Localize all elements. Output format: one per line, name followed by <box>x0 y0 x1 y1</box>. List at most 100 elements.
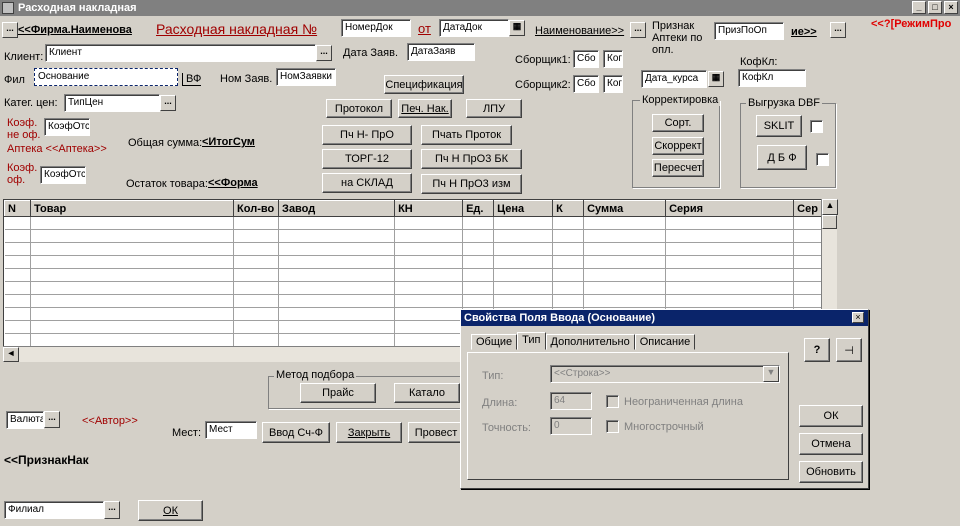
protocol-button[interactable]: Протокол <box>326 99 392 118</box>
table-cell[interactable] <box>30 294 235 308</box>
type-select[interactable]: <<Строка>> <box>550 365 780 383</box>
tab-1[interactable]: Тип <box>517 332 546 350</box>
table-cell[interactable] <box>4 229 31 243</box>
table-cell[interactable] <box>552 255 585 269</box>
table-cell[interactable] <box>462 281 495 295</box>
table-cell[interactable] <box>30 320 235 334</box>
column-header[interactable]: К <box>552 200 585 217</box>
table-cell[interactable] <box>30 333 235 347</box>
table-cell[interactable] <box>793 255 822 269</box>
sklit-button[interactable]: SKLIT <box>756 115 802 137</box>
table-cell[interactable] <box>30 216 235 230</box>
table-cell[interactable] <box>462 242 495 256</box>
pch-npro3bk-button[interactable]: Пч Н ПрО3 БК <box>421 149 522 169</box>
adjust-button[interactable]: Скоррект <box>652 137 704 155</box>
table-cell[interactable] <box>278 242 396 256</box>
table-cell[interactable] <box>233 268 280 282</box>
table-cell[interactable] <box>4 320 31 334</box>
coef-of-field[interactable]: КоэфОтс <box>40 166 86 184</box>
currency-select-button[interactable]: ... <box>44 411 60 428</box>
rate-date-field[interactable]: Дата_курса <box>641 70 707 88</box>
table-cell[interactable] <box>4 307 31 321</box>
table-cell[interactable] <box>552 281 585 295</box>
table-cell[interactable] <box>278 229 396 243</box>
table-cell[interactable] <box>493 268 554 282</box>
column-header[interactable]: Серия <box>665 200 795 217</box>
multiline-checkbox[interactable] <box>606 420 619 433</box>
table-cell[interactable] <box>30 229 235 243</box>
table-cell[interactable] <box>583 255 667 269</box>
table-row[interactable] <box>4 268 822 282</box>
tab-0[interactable]: Общие <box>471 334 518 350</box>
table-cell[interactable] <box>394 333 464 347</box>
table-cell[interactable] <box>233 229 280 243</box>
table-cell[interactable] <box>462 255 495 269</box>
print-invoice-button[interactable]: Печ. Нак. <box>398 99 452 118</box>
table-cell[interactable] <box>278 216 396 230</box>
table-cell[interactable] <box>278 294 396 308</box>
type-dropdown-icon[interactable]: ▼ <box>763 366 779 382</box>
pharmacy-sign-field[interactable]: ПризПоОп <box>714 22 784 40</box>
table-cell[interactable] <box>665 255 795 269</box>
catalog-button[interactable]: Катало <box>394 383 460 403</box>
table-cell[interactable] <box>4 268 31 282</box>
name-link[interactable]: Наименование>> <box>535 25 624 37</box>
table-cell[interactable] <box>394 229 464 243</box>
table-row[interactable] <box>4 294 822 308</box>
table-cell[interactable] <box>233 281 280 295</box>
table-cell[interactable] <box>793 281 822 295</box>
mode-link[interactable]: <<?[РежимПро <box>871 18 960 30</box>
table-row[interactable] <box>4 255 822 269</box>
column-header[interactable]: N <box>4 200 31 217</box>
pharmacy-link[interactable]: Аптека <<Аптека>> <box>7 143 107 155</box>
table-cell[interactable] <box>583 294 667 308</box>
price-cat-field[interactable]: ТипЦен <box>64 94 160 112</box>
firm-select-button[interactable]: ... <box>2 22 18 38</box>
branch-field[interactable]: Филиал <box>4 501 104 519</box>
torg12-button[interactable]: ТОРГ-12 <box>322 149 412 169</box>
table-cell[interactable] <box>4 333 31 347</box>
ne-select-button[interactable]: ... <box>830 22 846 38</box>
table-cell[interactable] <box>583 281 667 295</box>
table-cell[interactable] <box>278 320 396 334</box>
table-cell[interactable] <box>4 255 31 269</box>
dialog-ok-button[interactable]: ОК <box>799 405 863 427</box>
picker1-field-a[interactable]: Сбо <box>573 50 599 68</box>
enter-invoice-button[interactable]: Ввод Сч-Ф <box>262 422 330 443</box>
picker2-field-b[interactable]: Ког <box>603 75 623 93</box>
table-cell[interactable] <box>793 242 822 256</box>
table-cell[interactable] <box>4 294 31 308</box>
table-cell[interactable] <box>394 268 464 282</box>
dbf-button[interactable]: Д Б Ф <box>757 145 807 170</box>
tab-3[interactable]: Описание <box>634 334 696 350</box>
table-cell[interactable] <box>493 281 554 295</box>
table-cell[interactable] <box>583 242 667 256</box>
table-cell[interactable] <box>278 333 396 347</box>
scroll-up-icon[interactable]: ▲ <box>822 199 838 215</box>
column-header[interactable]: Ед. <box>462 200 495 217</box>
table-cell[interactable] <box>793 268 822 282</box>
table-cell[interactable] <box>394 294 464 308</box>
table-row[interactable] <box>4 242 822 256</box>
spec-button[interactable]: Спецификация <box>384 75 464 94</box>
table-row[interactable] <box>4 281 822 295</box>
table-cell[interactable] <box>4 216 31 230</box>
table-cell[interactable] <box>493 294 554 308</box>
table-cell[interactable] <box>394 307 464 321</box>
table-cell[interactable] <box>665 229 795 243</box>
table-cell[interactable] <box>394 320 464 334</box>
to-warehouse-button[interactable]: на СКЛАД <box>322 173 412 193</box>
table-cell[interactable] <box>278 268 396 282</box>
table-cell[interactable] <box>665 294 795 308</box>
column-header[interactable]: Товар <box>29 200 235 217</box>
dbf-checkbox[interactable] <box>816 153 829 166</box>
table-cell[interactable] <box>793 216 822 230</box>
pch-npro-button[interactable]: Пч Н- ПрО <box>322 125 412 145</box>
table-cell[interactable] <box>493 216 554 230</box>
branch-select-button[interactable]: ... <box>104 501 120 519</box>
tab-2[interactable]: Дополнительно <box>545 334 635 350</box>
currency-field[interactable]: Валюта <box>6 411 44 429</box>
dialog-cancel-button[interactable]: Отмена <box>799 433 863 455</box>
table-cell[interactable] <box>233 242 280 256</box>
table-cell[interactable] <box>793 294 822 308</box>
